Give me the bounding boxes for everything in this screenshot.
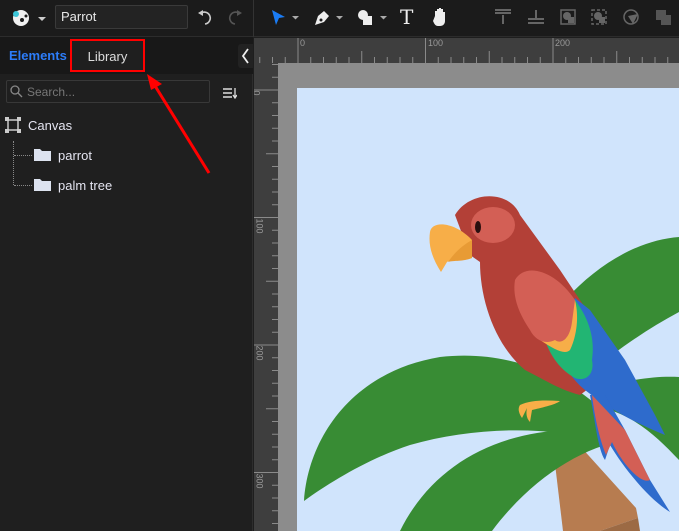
top-toolbar: Parrot T — [0, 0, 679, 37]
tree-item-palm-tree[interactable]: palm tree — [58, 178, 112, 193]
ruler-label-h: 200 — [555, 38, 571, 48]
ruler-label-v: 100 — [254, 218, 265, 234]
redo-icon[interactable] — [226, 8, 244, 31]
shape-tool-icon[interactable] — [356, 8, 390, 33]
ruler-label-h: 100 — [428, 38, 444, 48]
document-name-input[interactable]: Parrot — [55, 5, 188, 29]
align-top-icon[interactable] — [494, 8, 512, 31]
text-tool-icon[interactable]: T — [400, 5, 413, 29]
undo-icon[interactable] — [196, 8, 214, 31]
pen-tool-icon[interactable] — [312, 7, 346, 34]
canvas-frame-icon — [5, 117, 21, 138]
ruler-label-v: 200 — [254, 345, 265, 361]
hand-tool-icon[interactable] — [432, 7, 450, 32]
divider — [253, 0, 254, 37]
tree-item-parrot[interactable]: parrot — [58, 148, 92, 163]
sort-icon[interactable] — [223, 86, 238, 104]
ruler-label-v: 0 — [254, 90, 262, 95]
collapse-panel-button[interactable] — [238, 44, 253, 68]
tab-library[interactable]: Library — [70, 39, 145, 72]
clip-icon[interactable] — [622, 8, 640, 31]
tree-line — [13, 141, 14, 185]
artwork — [304, 196, 679, 531]
ruler-label-h: 0 — [300, 38, 306, 48]
tree-line — [14, 155, 32, 156]
combine-icon[interactable] — [655, 9, 673, 32]
layers-panel — [0, 37, 253, 531]
folder-icon — [34, 178, 51, 196]
canvas-area[interactable]: 0 100 200 0 100 200 300 — [254, 38, 679, 531]
tree-item-canvas[interactable]: Canvas — [28, 118, 72, 133]
tree-line — [14, 185, 32, 186]
search-icon — [10, 85, 23, 103]
app-logo-menu[interactable] — [10, 8, 46, 33]
select-tool-icon[interactable] — [270, 8, 302, 33]
align-middle-icon[interactable] — [527, 8, 545, 31]
tab-elements[interactable]: Elements — [9, 37, 67, 74]
mask-icon[interactable] — [559, 8, 577, 31]
ruler-label-v: 300 — [254, 473, 265, 489]
search-input[interactable]: Search... — [6, 80, 210, 103]
panel-tabs: Elements Library — [0, 37, 253, 74]
group-icon[interactable] — [590, 8, 608, 31]
folder-icon — [34, 148, 51, 166]
